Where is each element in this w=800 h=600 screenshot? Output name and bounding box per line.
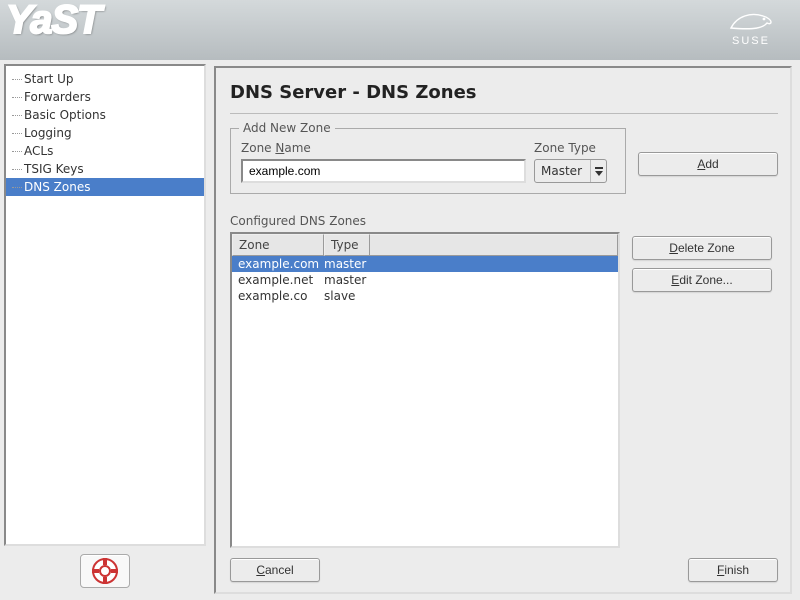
lifebuoy-icon [91,557,119,585]
zone-type-select[interactable]: Master [534,159,607,183]
zones-table-row[interactable]: example.co slave [232,288,618,304]
content-area: DNS Server - DNS Zones Add New Zone Zone… [214,66,792,594]
edit-zone-button[interactable]: Edit Zone... [632,268,772,292]
title-separator [230,113,778,114]
col-zone[interactable]: Zone [232,234,324,256]
nav-item-basicoptions[interactable]: Basic Options [6,106,204,124]
page-title: DNS Server - DNS Zones [230,82,778,103]
zone-name-label: Zone Name [241,141,526,155]
zones-table-row[interactable]: example.com master [232,256,618,272]
sidebar-panel: Start Up Forwarders Basic Options Loggin… [0,60,210,600]
nav-item-forwarders[interactable]: Forwarders [6,88,204,106]
nav-tree: Start Up Forwarders Basic Options Loggin… [4,64,206,546]
nav-item-tsigkeys[interactable]: TSIG Keys [6,160,204,178]
zones-table-row[interactable]: example.net master [232,272,618,288]
zone-type-value: Master [535,160,590,182]
chevron-down-icon[interactable] [590,160,606,182]
chameleon-icon [729,8,773,32]
add-new-zone-legend: Add New Zone [239,121,335,135]
app-banner: YaST SUSE [0,0,800,60]
yast-logo: YaST [6,0,101,43]
configured-zones-label: Configured DNS Zones [230,214,620,228]
cancel-button[interactable]: Cancel [230,558,320,582]
zones-table-header: Zone Type [232,234,618,256]
zones-table[interactable]: Zone Type example.com master example.net [230,232,620,548]
delete-zone-button[interactable]: Delete Zone [632,236,772,260]
add-zone-button[interactable]: Add [638,152,778,176]
zone-type-label: Zone Type [534,141,607,155]
add-new-zone-group: Add New Zone Zone Name Zone Type Master [230,128,626,194]
nav-item-dnszones[interactable]: DNS Zones [6,178,204,196]
help-button[interactable] [80,554,130,588]
suse-logo: SUSE [716,8,786,52]
nav-item-acls[interactable]: ACLs [6,142,204,160]
finish-button[interactable]: Finish [688,558,778,582]
zone-name-input[interactable] [241,159,526,183]
nav-item-startup[interactable]: Start Up [6,70,204,88]
col-type[interactable]: Type [324,234,370,256]
nav-item-logging[interactable]: Logging [6,124,204,142]
